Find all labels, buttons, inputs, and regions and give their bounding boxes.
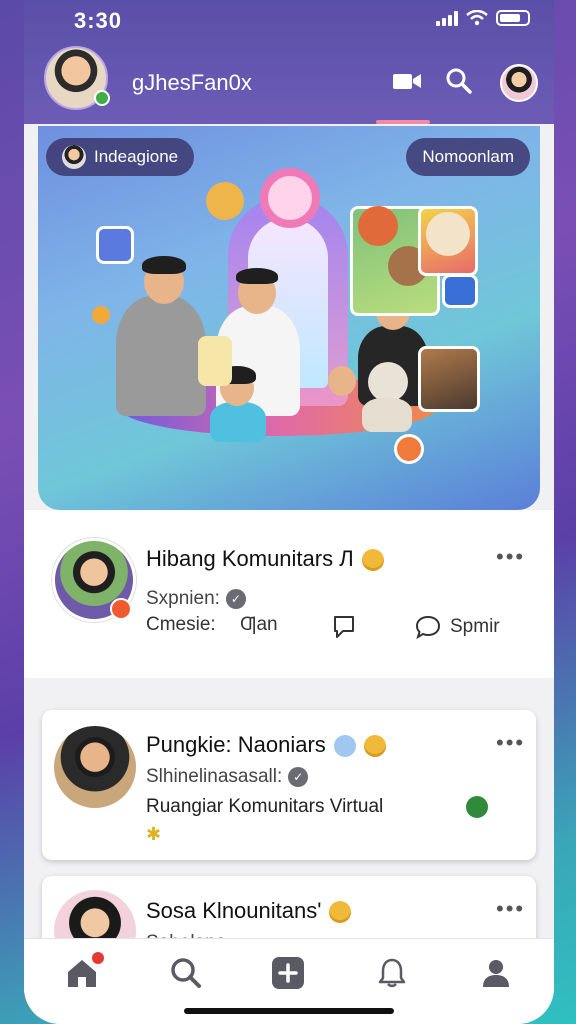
status-time: 3:30: [74, 8, 123, 33]
illustration-child-head: [328, 366, 356, 396]
online-status-dot: [94, 90, 110, 106]
verified-icon: ✓: [288, 766, 309, 787]
chat-bubble-icon: [415, 615, 441, 640]
emoji-icon: [333, 735, 356, 758]
share-action[interactable]: Spmir: [414, 614, 500, 640]
illustration-coin: [92, 306, 110, 324]
chip-left[interactable]: Indeagione: [46, 138, 195, 176]
post-author-avatar[interactable]: [54, 726, 136, 808]
post-title-text: Hibang Komunitars Л: [146, 546, 354, 571]
more-options-icon[interactable]: •••: [496, 896, 525, 922]
emoji-icon: [329, 901, 352, 924]
signal-icon: [436, 10, 458, 26]
status-icon: [466, 796, 488, 818]
chip-right[interactable]: Nomoonlam: [406, 138, 530, 176]
sparkle-icon: ✱: [146, 824, 162, 844]
repost-icon: [334, 616, 354, 638]
live-badge-icon: [110, 598, 132, 620]
add-icon[interactable]: [268, 953, 308, 993]
account-avatar[interactable]: [500, 64, 538, 102]
search-icon[interactable]: [166, 953, 206, 993]
post-card[interactable]: Hibang Komunitars Л ••• Sxpnien: ✓: [24, 510, 554, 678]
post-title: Hibang Komunitars Л: [146, 546, 384, 572]
bell-icon[interactable]: [372, 953, 412, 993]
action-label: Ƣan: [240, 614, 278, 635]
post-subtitle: Slhinelinasasall: ✓: [146, 766, 309, 788]
illustration-bear-body: [362, 398, 412, 432]
post-title: Pungkie: Naoniars: [146, 732, 386, 758]
illustration-mascot: [206, 182, 244, 220]
illustration-mascot: [358, 206, 398, 246]
illustration-person: [116, 296, 206, 416]
notification-badge: [90, 950, 106, 966]
repost-action[interactable]: [330, 614, 358, 640]
search-icon[interactable]: [442, 64, 476, 98]
illustration-hair: [236, 268, 278, 284]
action-label: Cmesie:: [146, 614, 216, 635]
emoji-icon: [363, 735, 386, 758]
wifi-icon: [466, 10, 488, 26]
post-card[interactable]: Pungkie: Naoniars ••• Slhinelinasasall: ✓…: [42, 710, 536, 860]
home-indicator[interactable]: [184, 1008, 394, 1014]
status-icons: [436, 10, 530, 26]
profile-icon[interactable]: [476, 953, 516, 993]
post-title-text: Sosa Klnounitans': [146, 898, 322, 923]
illustration-tile: [96, 226, 134, 264]
like-action[interactable]: Ƣan: [240, 614, 278, 636]
more-options-icon[interactable]: •••: [496, 544, 525, 570]
app-title: gJhesFan0x: [132, 70, 252, 95]
battery-icon: [496, 10, 530, 26]
illustration-chat-tile: [442, 274, 478, 308]
illustration-mascot: [426, 212, 470, 256]
chip-right-label: Nomoonlam: [422, 147, 514, 166]
top-bar: 3:30 gJhesFan0x: [24, 0, 554, 124]
illustration-logo-ring: [260, 168, 320, 228]
comment-action[interactable]: Cmesie:: [146, 614, 216, 636]
illustration-logo-badge: [394, 434, 424, 464]
chip-avatar: [62, 145, 86, 169]
post-subtitle-text: Sxpnien:: [146, 588, 220, 609]
illustration-hair: [142, 256, 186, 274]
post-subtitle: Sxpnien: ✓: [146, 588, 246, 610]
illustration-person: [210, 402, 266, 442]
phone-screen: 3:30 gJhesFan0x Indeagione Nomoonlam Hib…: [24, 0, 554, 1024]
illustration-bear: [368, 362, 408, 402]
post-subtitle-text: Slhinelinasasall:: [146, 766, 283, 787]
illustration-paper: [198, 336, 232, 386]
hero-banner[interactable]: Indeagione Nomoonlam: [38, 126, 540, 510]
more-options-icon[interactable]: •••: [496, 730, 525, 756]
video-icon[interactable]: [390, 64, 424, 98]
illustration-photo-card: [418, 346, 480, 412]
post-body: Ruangiar Komunitars Virtual: [146, 796, 384, 817]
post-title-text: Pungkie: Naoniars: [146, 732, 326, 757]
verified-icon: ✓: [225, 588, 246, 609]
tab-indicator: [376, 120, 430, 124]
emoji-icon: [361, 549, 384, 572]
action-label: Spmir: [450, 616, 500, 637]
post-title: Sosa Klnounitans': [146, 898, 352, 924]
chip-left-label: Indeagione: [94, 147, 179, 166]
